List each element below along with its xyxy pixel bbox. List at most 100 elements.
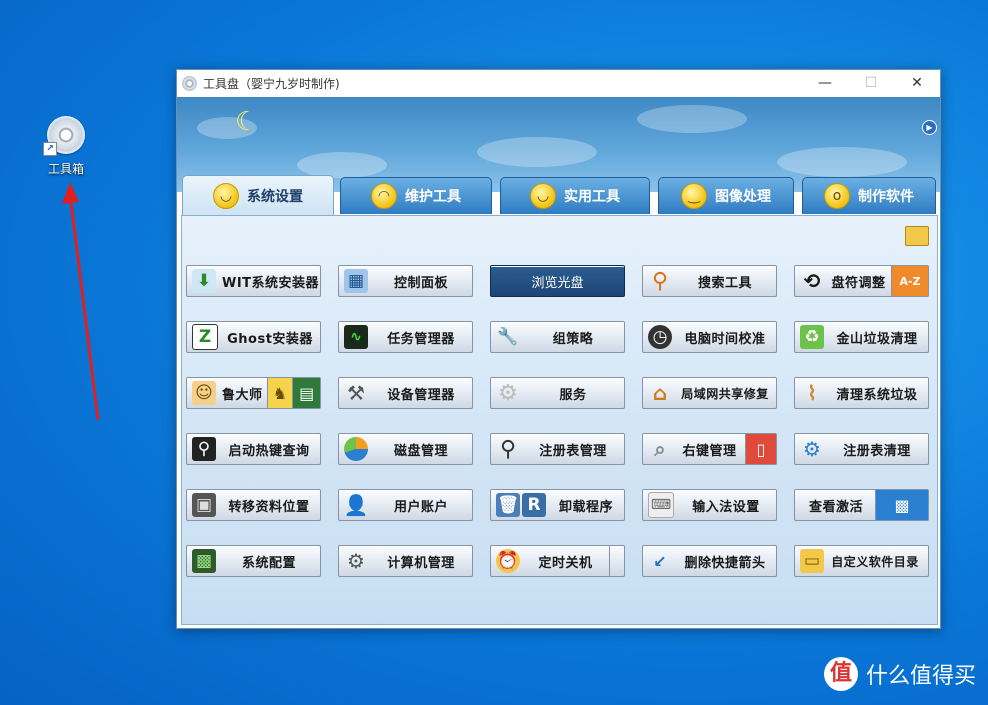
clean-junk-button[interactable]: ⌇ 清理系统垃圾: [794, 377, 929, 409]
button-label: 服务: [559, 387, 587, 403]
button-label: 金山垃圾清理: [836, 331, 918, 347]
button-label: 启动热键查询: [228, 443, 310, 459]
ghost-installer-button[interactable]: Z Ghost安装器: [186, 321, 321, 353]
watermark-logo: 值: [823, 657, 858, 691]
user-icon: 👤: [343, 493, 369, 517]
button-label: 任务管理器: [387, 331, 455, 347]
lan-share-button[interactable]: ⌂ 局域网共享修复: [642, 377, 777, 409]
button-label: 删除快捷箭头: [684, 555, 766, 571]
gears-icon: ⚙: [347, 549, 365, 573]
tab-maintenance-tools[interactable]: ◠ 维护工具: [340, 177, 492, 214]
button-label: 注册表管理: [539, 443, 607, 459]
ludashi-button[interactable]: ☺ 鲁大师 ♞ ▤: [186, 377, 321, 409]
button-label: 鲁大师: [222, 387, 263, 403]
shortcut-arrow-icon: ↗: [43, 142, 57, 156]
smiley-icon: ◡: [213, 183, 239, 209]
check-activation-button[interactable]: 查看激活 ▩: [794, 489, 929, 521]
magnifier-icon: ⚲: [651, 268, 669, 294]
button-label: 定时关机: [538, 555, 593, 571]
tab-image-processing[interactable]: ‿ 图像处理: [658, 177, 794, 214]
drive-icon: ▣: [192, 493, 216, 517]
clock-icon: ◷: [648, 325, 672, 349]
button-label: 注册表清理: [843, 443, 911, 459]
button-label: 电脑时间校准: [684, 331, 766, 347]
tools-panel: ⬇ WIT系统安装器 ▦ 控制面板 浏览光盘 ⚲ 搜索工具 ⟲ 盘符调整 A-Z…: [181, 215, 938, 625]
registry-clean-button[interactable]: ⚙ 注册表清理: [794, 433, 929, 465]
services-button[interactable]: ⚙ 服务: [490, 377, 625, 409]
trash-icon: 🗑: [496, 493, 520, 517]
user-accounts-button[interactable]: 👤 用户账户: [338, 489, 473, 521]
button-label: 搜索工具: [697, 275, 752, 291]
context-menu-button[interactable]: ⌕ 右键管理 ▯: [642, 433, 777, 465]
control-panel-button[interactable]: ▦ 控制面板: [338, 265, 473, 297]
play-icon[interactable]: ▶: [922, 120, 937, 135]
watermark-text: 什么值得买: [865, 664, 976, 689]
drive-letter-button[interactable]: ⟲ 盘符调整 A-Z: [794, 265, 929, 297]
pie-disk-icon: [344, 437, 368, 461]
button-label: 系统配置: [241, 555, 296, 571]
title-bar[interactable]: 工具盘（婴宁九岁时制作) — ☐ ✕: [177, 70, 940, 96]
button-label: 磁盘管理: [393, 443, 448, 459]
app-disc-icon: [182, 75, 197, 91]
button-label: 组策略: [552, 331, 594, 347]
open-folder-icon[interactable]: [905, 226, 929, 246]
mouse-red-icon: ▯: [745, 434, 776, 464]
close-button[interactable]: ✕: [894, 70, 940, 96]
button-label: 卸载程序: [558, 499, 613, 515]
recycle-icon: ♻: [800, 325, 824, 349]
uninstall-app-icon: R: [522, 493, 546, 517]
system-config-button[interactable]: ▩ 系统配置: [186, 545, 321, 577]
disk-management-button[interactable]: 磁盘管理: [338, 433, 473, 465]
dropdown-side[interactable]: [609, 546, 624, 576]
time-sync-button[interactable]: ◷ 电脑时间校准: [642, 321, 777, 353]
button-label: 查看激活: [808, 499, 863, 515]
button-label: WIT系统安装器: [222, 275, 320, 291]
uninstall-button[interactable]: 🗑 R 卸载程序: [490, 489, 625, 521]
button-label: 计算机管理: [387, 555, 455, 571]
moon-icon: ☾: [235, 107, 259, 137]
remove-shortcut-arrow-button[interactable]: ↙ 删除快捷箭头: [642, 545, 777, 577]
button-label: 设备管理器: [387, 387, 455, 403]
tab-label: 图像处理: [715, 189, 771, 205]
shutdown-timer-button[interactable]: ⏰ 定时关机: [490, 545, 625, 577]
group-policy-button[interactable]: 🔧 组策略: [490, 321, 625, 353]
move-folders-button[interactable]: ▣ 转移资料位置: [186, 489, 321, 521]
keyboard-icon: ⌨: [648, 492, 674, 518]
search-tool-button[interactable]: ⚲ 搜索工具: [642, 265, 777, 297]
tab-system-settings[interactable]: ◡ 系统设置: [182, 175, 334, 216]
custom-software-dir-button[interactable]: ▭ 自定义软件目录: [794, 545, 929, 577]
ghost-icon: Z: [192, 324, 218, 350]
tab-label: 系统设置: [247, 189, 303, 205]
wit-installer-button[interactable]: ⬇ WIT系统安装器: [186, 265, 321, 297]
desktop-icon-label: 工具箱: [47, 162, 84, 176]
tab-make-software[interactable]: o 制作软件: [802, 177, 936, 214]
task-manager-button[interactable]: ∿ 任务管理器: [338, 321, 473, 353]
smiley-icon: o: [824, 183, 850, 209]
mascot-icon: ☺: [192, 381, 216, 405]
minimize-button[interactable]: —: [802, 70, 848, 96]
ime-settings-button[interactable]: ⌨ 输入法设置: [642, 489, 777, 521]
chip-icon: ▤: [292, 378, 320, 408]
computer-management-button[interactable]: ⚙ 计算机管理: [338, 545, 473, 577]
control-panel-icon: ▦: [344, 269, 368, 293]
button-label: 用户账户: [393, 499, 448, 515]
device-manager-button[interactable]: ⚒ 设备管理器: [338, 377, 473, 409]
pulse-monitor-icon: ∿: [344, 325, 368, 349]
hotkey-query-button[interactable]: ⚲ 启动热键查询: [186, 433, 321, 465]
maximize-button[interactable]: ☐: [848, 70, 894, 96]
button-label: 控制面板: [393, 275, 448, 291]
red-arrow-annotation: [62, 182, 100, 421]
wrench-icon: 🔧: [497, 327, 519, 347]
kingsoft-clean-button[interactable]: ♻ 金山垃圾清理: [794, 321, 929, 353]
tab-utilities[interactable]: ◡ 实用工具: [500, 177, 650, 214]
smiley-icon: ‿: [681, 183, 707, 209]
install-icon: ⬇: [192, 269, 216, 293]
tools-icon: ⚒: [347, 381, 365, 405]
tab-bar: ◡ 系统设置 ◠ 维护工具 ◡ 实用工具 ‿ 图像处理 o 制作软件: [182, 175, 938, 216]
watermark: 值 什么值得买: [823, 657, 976, 691]
browse-disc-button[interactable]: 浏览光盘: [490, 265, 625, 297]
tab-label: 维护工具: [405, 189, 461, 205]
button-label: 局域网共享修复: [681, 386, 769, 401]
registry-manager-button[interactable]: ⚲ 注册表管理: [490, 433, 625, 465]
desktop-icon-toolbox[interactable]: ↗ 工具箱: [38, 116, 94, 177]
